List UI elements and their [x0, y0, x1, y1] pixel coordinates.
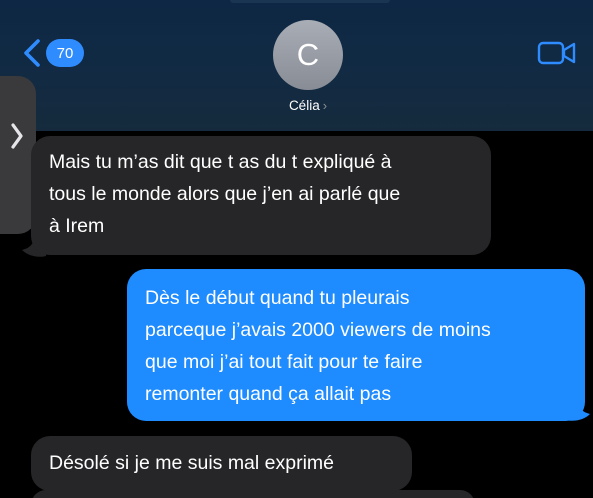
chevron-right-small-icon: › [322, 98, 328, 113]
message-bubble-sent[interactable]: Dès le début quand tu pleurais parceque … [127, 269, 585, 421]
contact-avatar[interactable]: C [273, 20, 343, 90]
contact-name-label: Célia [288, 98, 320, 113]
unread-count-badge: 70 [46, 39, 84, 67]
back-button[interactable]: 70 [22, 37, 84, 69]
conversation-screen: 70 C Célia › Mais tu m’as dit que t as du… [0, 0, 593, 498]
message-bubble-received[interactable]: Désolé si je me suis mal exprimé [31, 436, 412, 491]
contact-name-button[interactable]: Célia › [0, 98, 593, 113]
video-call-button[interactable] [537, 40, 577, 66]
conversation-header: 70 C Célia › [0, 0, 593, 131]
chevron-right-icon [9, 121, 25, 156]
message-bubble-received[interactable]: Mais tu m’as dit que t as du t expliqué … [31, 136, 491, 255]
message-bubble-received-partial[interactable] [31, 490, 475, 498]
video-camera-icon [537, 41, 577, 70]
chevron-left-icon [22, 38, 42, 68]
dynamic-island-edge [230, 0, 390, 3]
